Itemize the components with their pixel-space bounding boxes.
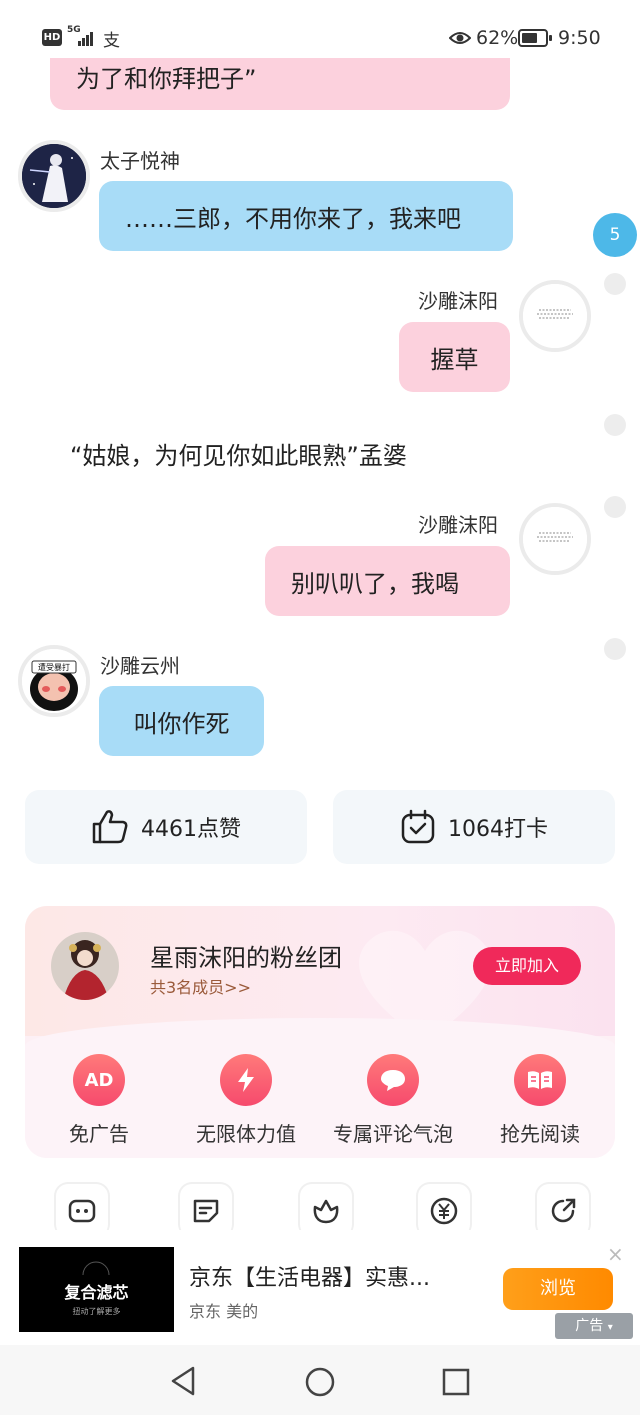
close-icon[interactable]: × (607, 1242, 624, 1266)
like-count: 4461点赞 (141, 817, 241, 842)
perk-label: 专属评论气泡 (333, 1122, 453, 1146)
indicator-dot (604, 273, 626, 295)
avatar-image (51, 932, 119, 1000)
lightning-icon (220, 1054, 272, 1106)
battery-percent: 62% (476, 27, 519, 49)
message-text: 叫你作死 (133, 709, 230, 738)
message-text: 别叭叭了，我喝 (291, 569, 459, 598)
avatar-image (22, 649, 86, 713)
ad-image[interactable]: 复合滤芯 扭动了解更多 (19, 1247, 174, 1332)
avatar-image (523, 284, 587, 348)
message-text: 为了和你拜把子” (76, 64, 257, 93)
avatar-image (22, 144, 86, 208)
narration-text: “姑娘，为何见你如此眼熟”孟婆 (70, 442, 407, 470)
thumbs-up-icon (92, 810, 128, 844)
yuan-icon (430, 1197, 458, 1225)
ad-image-subtitle: 扭动了解更多 (72, 1307, 121, 1316)
fan-club-avatar[interactable] (51, 932, 119, 1000)
hd-icon: HD (42, 29, 62, 46)
battery-icon (518, 29, 552, 47)
fan-club-title: 星雨沫阳的粉丝团 (150, 944, 342, 972)
message-bubble[interactable]: 握草 (399, 322, 510, 392)
book-icon (514, 1054, 566, 1106)
sender-name: 沙雕沫阳 (418, 513, 498, 537)
perk-unlimited-stamina[interactable]: 无限体力值 (176, 1054, 316, 1147)
ad-image-arc (82, 1261, 110, 1276)
perk-no-ads[interactable]: AD 免广告 (29, 1054, 169, 1147)
perk-label: 免广告 (69, 1122, 129, 1146)
carrier-icon: 支 (103, 31, 120, 51)
ad-subtitle: 京东 美的 (189, 1302, 259, 1321)
perk-label: 无限体力值 (196, 1122, 296, 1146)
ad-title[interactable]: 京东【生活电器】实惠... (189, 1260, 430, 1292)
like-button[interactable]: 4461点赞 (25, 790, 307, 864)
flower-icon (313, 1199, 339, 1224)
browse-button[interactable]: 浏览 (503, 1268, 613, 1310)
avatar[interactable] (18, 140, 90, 212)
sender-name: 沙雕云州 (100, 654, 180, 678)
indicator-dot (604, 414, 626, 436)
calendar-check-icon (401, 809, 435, 844)
comment-bubble-icon (367, 1054, 419, 1106)
message-bubble[interactable]: 为了和你拜把子” (50, 58, 510, 110)
home-icon[interactable] (304, 1366, 336, 1398)
message-text: 握草 (430, 345, 479, 374)
status-bar: HD 5G 支 62% 9:50 (0, 0, 640, 58)
message-text: ……三郎，不用你来了，我来吧 (125, 204, 461, 233)
avatar[interactable]: 遭受暴打 (18, 645, 90, 717)
perk-comment-bubble[interactable]: 专属评论气泡 (323, 1054, 463, 1147)
fan-club-card: 星雨沫阳的粉丝团 共3名成员>> 立即加入 AD 免广告 无限体力值 专属评论气… (25, 906, 615, 1158)
message-bubble[interactable]: ……三郎，不用你来了，我来吧 (99, 181, 513, 251)
network-type: 5G (67, 25, 81, 35)
chevron-down-icon: ▾ (607, 1322, 613, 1333)
message-bubble[interactable]: 叫你作死 (99, 686, 264, 756)
perk-label: 抢先阅读 (500, 1122, 580, 1146)
sender-name: 沙雕沫阳 (418, 289, 498, 313)
recents-icon[interactable] (441, 1367, 471, 1397)
share-icon (551, 1198, 576, 1223)
note-icon (193, 1199, 219, 1223)
perk-early-reading[interactable]: 抢先阅读 (470, 1054, 610, 1147)
back-icon[interactable] (168, 1365, 198, 1397)
avatar-image (523, 507, 587, 571)
sender-name: 太子悦神 (100, 149, 180, 173)
checkin-count: 1064打卡 (448, 817, 548, 842)
ad-banner[interactable]: 复合滤芯 扭动了解更多 京东【生活电器】实惠... 京东 美的 浏览 × 广告 … (0, 1230, 640, 1344)
join-button[interactable]: 立即加入 (473, 947, 581, 985)
sticker-text: 遭受暴打 (38, 663, 70, 672)
ad-label-text: 广告 (575, 1318, 604, 1334)
ad-icon: AD (73, 1054, 125, 1106)
clock: 9:50 (558, 27, 601, 49)
avatar[interactable] (519, 280, 591, 352)
ad-label[interactable]: 广告 ▾ (555, 1313, 633, 1339)
unread-badge[interactable]: 5 (593, 213, 637, 257)
system-nav-bar (0, 1345, 640, 1415)
fan-club-members-link[interactable]: 共3名成员>> (150, 974, 251, 998)
eye-comfort-icon (449, 32, 471, 44)
message-bubble[interactable]: 别叭叭了，我喝 (265, 546, 510, 616)
ad-image-title: 复合滤芯 (64, 1283, 129, 1302)
chat-bot-icon (68, 1199, 96, 1223)
indicator-dot (604, 638, 626, 660)
checkin-button[interactable]: 1064打卡 (333, 790, 615, 864)
indicator-dot (604, 496, 626, 518)
avatar[interactable] (519, 503, 591, 575)
